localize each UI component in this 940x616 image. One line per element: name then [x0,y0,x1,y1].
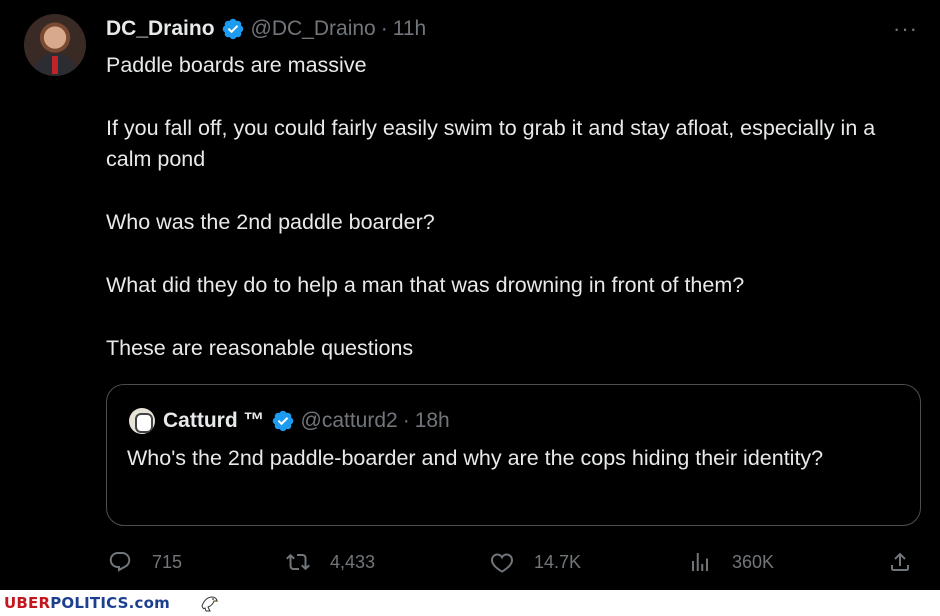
share-button[interactable] [888,546,932,578]
quoted-tweet-text: Who's the 2nd paddle-boarder and why are… [127,446,824,470]
avatar-tie [52,56,58,74]
tweet-paragraph: What did they do to help a man that was … [106,273,745,297]
tweet-body: Paddle boards are massive If you fall of… [106,50,906,364]
author-handle[interactable]: @DC_Draino [251,17,376,41]
share-icon [891,552,909,571]
quoted-author-handle[interactable]: @catturd2 [301,409,398,433]
tweet-header: DC_Draino @DC_Draino · 11h [106,15,426,43]
quoted-author-name[interactable]: Catturd ™ [163,409,265,433]
eagle-icon [201,596,219,612]
reply-icon [109,552,131,572]
views-count: 360K [732,551,775,572]
quoted-header-separator: · [402,409,410,432]
quoted-tweet-header: Catturd ™ @catturd2 · 18h [129,407,450,435]
author-avatar[interactable] [24,14,86,76]
reply-count: 715 [152,551,183,572]
author-name[interactable]: DC_Draino [106,17,215,41]
verified-badge-icon [272,410,293,432]
views-button[interactable]: 360K [688,546,774,578]
repost-icon [286,553,310,571]
tweet-paragraph: If you fall off, you could fairly easily… [106,116,876,171]
action-bar: 715 4,433 14.7K 360K [0,546,940,578]
watermark-logo[interactable]: UBERPOLITICS.com [4,594,170,612]
reply-button[interactable]: 715 [108,546,182,578]
heart-icon [491,553,513,573]
watermark-part2: POLITICS.com [50,594,170,612]
quoted-tweet[interactable]: Catturd ™ @catturd2 · 18h Who's the 2nd … [106,384,921,526]
quoted-author-avatar[interactable] [129,408,155,434]
watermark-part1: UBER [4,594,51,612]
tweet-paragraph: These are reasonable questions [106,336,414,360]
like-count: 14.7K [534,551,582,572]
repost-count: 4,433 [330,551,376,572]
tweet-paragraph: Who was the 2nd paddle boarder? [106,210,435,234]
tweet: DC_Draino @DC_Draino · 11h ··· Paddle bo… [0,0,940,590]
views-icon [692,553,708,571]
like-button[interactable]: 14.7K [490,546,581,578]
verified-badge-icon [222,18,243,40]
tweet-time[interactable]: 11h [393,17,426,41]
header-separator: · [380,17,388,40]
more-options-button[interactable]: ··· [893,18,918,40]
tweet-paragraph: Paddle boards are massive [106,53,367,77]
watermark-bar: UBERPOLITICS.com [0,590,940,616]
repost-button[interactable]: 4,433 [286,546,375,578]
quoted-tweet-time[interactable]: 18h [415,409,450,433]
